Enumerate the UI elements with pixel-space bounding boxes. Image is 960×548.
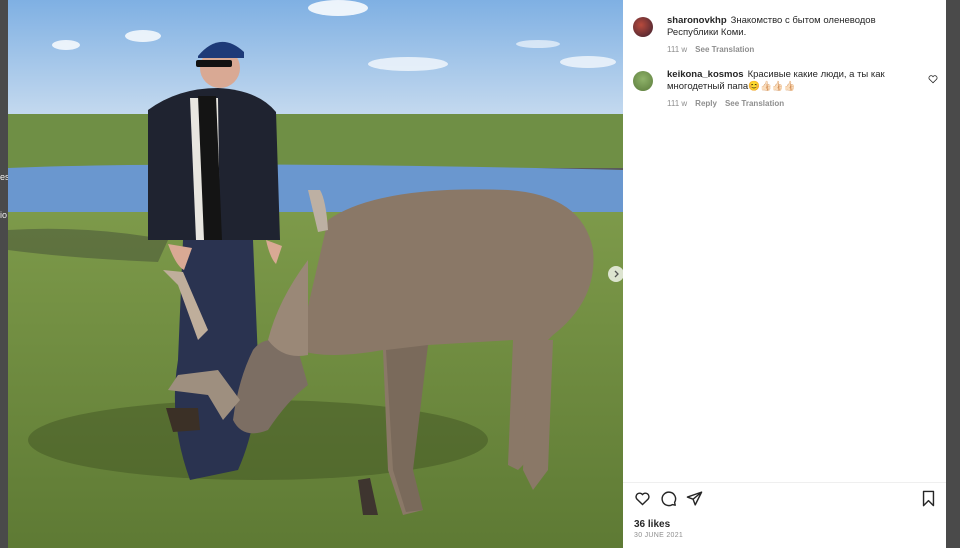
comment-username[interactable]: keikona_kosmos [667, 69, 744, 80]
see-translation-link[interactable]: See Translation [695, 44, 754, 56]
see-translation-link[interactable]: See Translation [725, 98, 784, 110]
comments-panel: sharonovkhp Знакомство с бытом оленеводов… [623, 0, 946, 548]
modal-backdrop-right [946, 0, 960, 548]
avatar[interactable] [633, 71, 653, 91]
divider [623, 482, 946, 483]
chevron-right-icon [614, 270, 619, 278]
comment-item: keikona_kosmos Красивые какие люди, а ты … [633, 69, 938, 110]
comment-age: 111 w [667, 99, 688, 108]
post-date: 30 JUNE 2021 [634, 532, 684, 539]
likes-count[interactable]: 36 likes [634, 519, 670, 530]
share-icon[interactable] [686, 490, 703, 507]
bookmark-icon[interactable] [921, 490, 936, 507]
avatar[interactable] [633, 17, 653, 37]
background-peek-text: io [0, 210, 8, 220]
post-actions [633, 490, 938, 510]
reply-button[interactable]: Reply [695, 98, 717, 110]
post-caption: sharonovkhp Знакомство с бытом оленеводов… [633, 15, 938, 56]
post-photo [8, 0, 623, 548]
post-author-username[interactable]: sharonovkhp [667, 15, 727, 26]
comment-icon[interactable] [660, 490, 677, 507]
next-photo-button[interactable] [608, 266, 623, 282]
modal-backdrop-left [0, 0, 8, 548]
post-age: 111 w [667, 45, 688, 54]
heart-icon[interactable] [634, 490, 651, 507]
heart-icon[interactable] [928, 74, 938, 84]
